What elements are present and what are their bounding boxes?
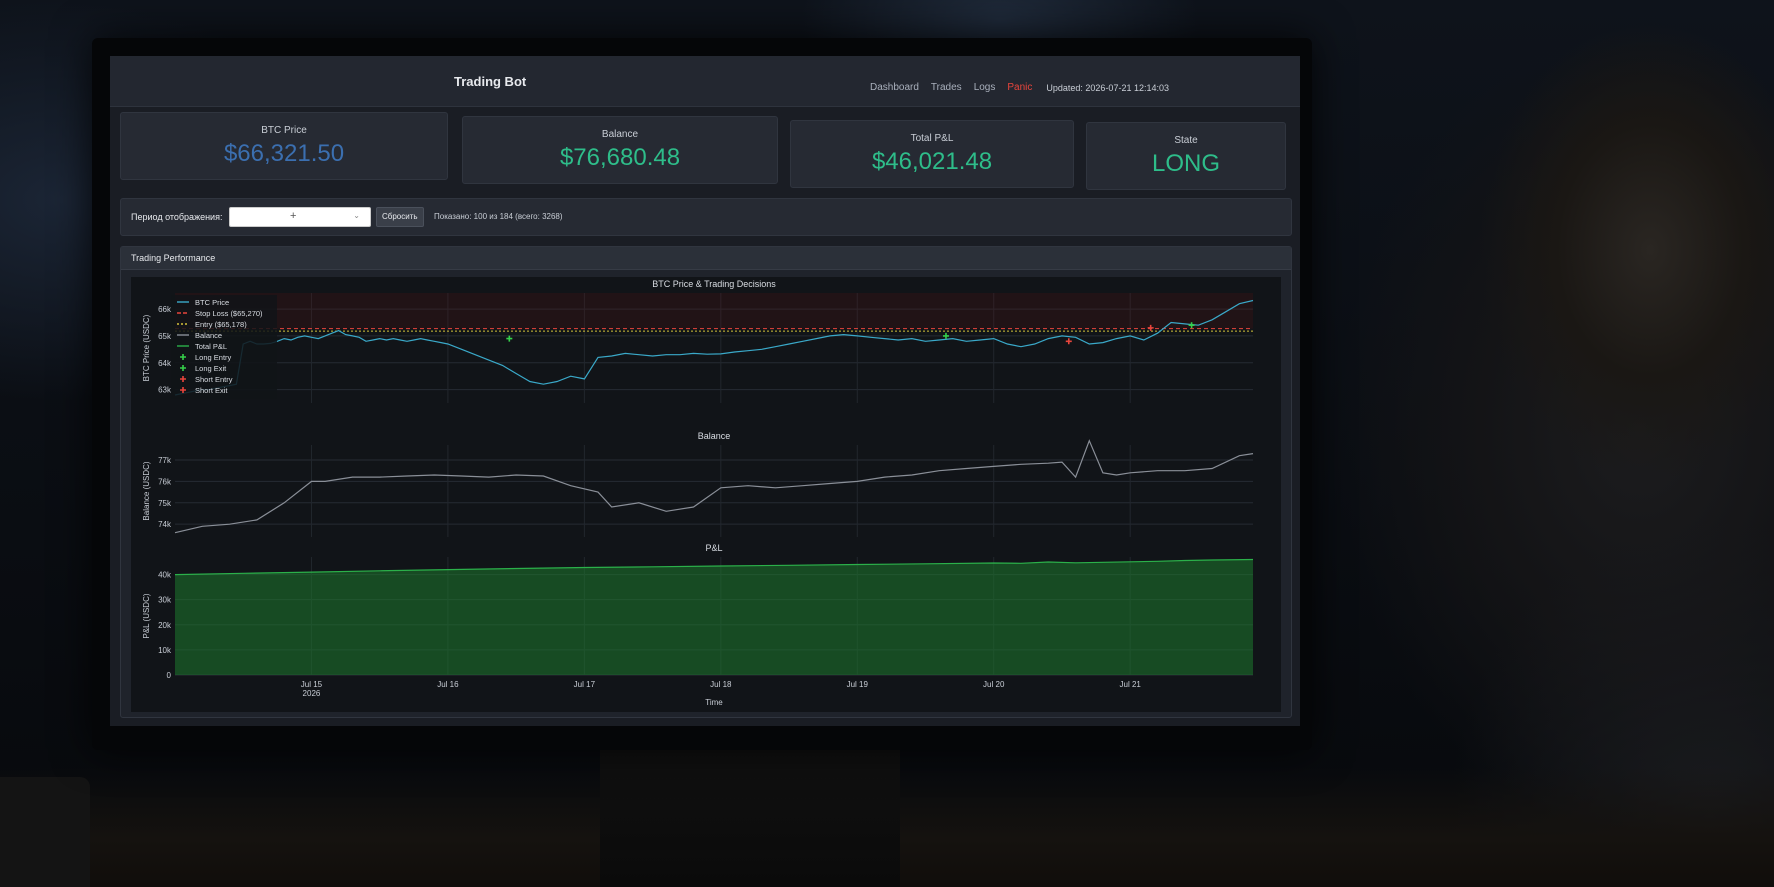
nav-trades-link[interactable]: Trades [931,82,962,93]
period-select[interactable]: + ⌄ [229,207,371,227]
total-pnl-value: $46,021.48 [871,148,993,175]
chart-title: Balance [698,431,731,441]
person-silhouette [1450,0,1774,887]
x-tick-label: Jul 20 [983,680,1005,689]
marker-long-exit [942,332,949,339]
plot-area: BTC Price & Trading Decisions 63k 64k 65k 66… [131,277,1281,712]
y-tick-label: 66k [158,305,172,314]
y-tick-label: 20k [158,621,172,630]
y-tick-label: 63k [158,386,172,395]
x-tick-label: 2026 [303,689,321,698]
y-axis-label: P&L (USDC) [142,593,151,638]
chevron-down-icon: ⌄ [353,211,360,220]
chart-title: BTC Price & Trading Decisions [652,279,776,289]
x-tick-label: Jul 19 [847,680,869,689]
y-tick-label: 76k [158,477,172,486]
period-select-value: + [290,210,297,222]
legend-label: Balance [195,331,222,340]
y-tick-label: 77k [158,456,172,465]
period-label: Период отображения: [131,212,223,222]
x-axis-label: Time [705,698,723,707]
legend-label: Entry ($65,178) [195,320,247,329]
performance-title: Trading Performance [131,253,216,263]
y-tick-label: 40k [158,571,172,580]
total-pnl-card: Total P&L $46,021.48 [790,120,1074,188]
shown-count: Показано: 100 из 184 (всего: 3268) [434,212,563,221]
performance-header: Trading Performance [121,247,1291,270]
top-nav: Dashboard Trades Logs Panic Updated: 202… [870,82,1169,93]
nav-dashboard-link[interactable]: Dashboard [870,82,919,93]
stat-cards: BTC Price $66,321.50 Balance $76,680.48 … [120,112,1290,190]
y-tick-label: 0 [167,671,172,680]
app-header: Trading Bot Dashboard Trades Logs Panic … [110,56,1300,107]
pnl-chart[interactable]: P&L 0 10k 20k 30k 40k P&L (USDC) Jul 152026 Jul … [142,543,1254,707]
x-tick-label: Jul 16 [437,680,459,689]
legend-label: Short Entry [195,375,233,384]
app-title: Trading Bot [454,74,527,89]
updated-timestamp: Updated: 2026-07-21 12:14:03 [1046,82,1169,93]
legend-label: Long Exit [195,364,227,373]
y-tick-label: 65k [158,332,172,341]
nav-logs-link[interactable]: Logs [974,82,996,93]
total-pnl-label: Total P&L [910,133,954,144]
trading-charts[interactable]: BTC Price & Trading Decisions 63k 64k 65k 66… [131,277,1281,712]
btc-price-label: BTC Price [261,125,307,136]
marker-long-exit [506,335,513,342]
y-tick-label: 75k [158,499,172,508]
balance-label: Balance [601,129,639,140]
btc-price-value: $66,321.50 [223,140,345,167]
chart-title: P&L [705,543,722,553]
y-axis-label: Balance (USDC) [142,461,151,520]
balance-card: Balance $76,680.48 [462,116,778,184]
x-tick-label: Jul 17 [574,680,596,689]
reset-button[interactable]: Сбросить [376,207,424,227]
dashboard-screen: Trading Bot Dashboard Trades Logs Panic … [110,56,1300,726]
monitor-stand [600,750,900,887]
pnl-area-fill [175,559,1253,675]
legend-label: Total P&L [195,342,227,351]
stop-loss-zone [175,293,1253,329]
state-value: LONG [1151,150,1220,177]
mug [0,777,90,887]
state-card: State LONG [1086,122,1286,190]
performance-panel: Trading Performance BTC Price & Trading … [120,246,1292,718]
btc-price-chart[interactable]: BTC Price & Trading Decisions 63k 64k 65k 66… [142,279,1254,403]
balance-chart[interactable]: Balance 74k 75k 76k 77k Balance (USDC) [142,431,1254,537]
x-tick-label: Jul 21 [1120,680,1142,689]
balance-value: $76,680.48 [559,144,681,171]
legend-label: Long Entry [195,353,232,362]
x-tick-label: Jul 15 [301,680,323,689]
y-axis-label: BTC Price (USDC) [142,314,151,381]
state-label: State [1174,135,1198,146]
legend-label: Stop Loss ($65,270) [195,309,263,318]
y-tick-label: 74k [158,520,172,529]
x-tick-label: Jul 18 [710,680,732,689]
y-tick-label: 10k [158,646,172,655]
legend: BTC Price Stop Loss ($65,270) Entry ($65,1… [171,295,277,399]
panic-link[interactable]: Panic [1007,82,1032,93]
legend-label: BTC Price [195,298,229,307]
y-tick-label: 30k [158,596,172,605]
y-tick-label: 64k [158,359,172,368]
series-line-balance [174,439,1254,534]
period-bar: Период отображения: + ⌄ Сбросить Показан… [120,198,1292,236]
legend-label: Short Exit [195,386,228,395]
marker-short-entry [1065,338,1072,345]
btc-price-card: BTC Price $66,321.50 [120,112,448,180]
